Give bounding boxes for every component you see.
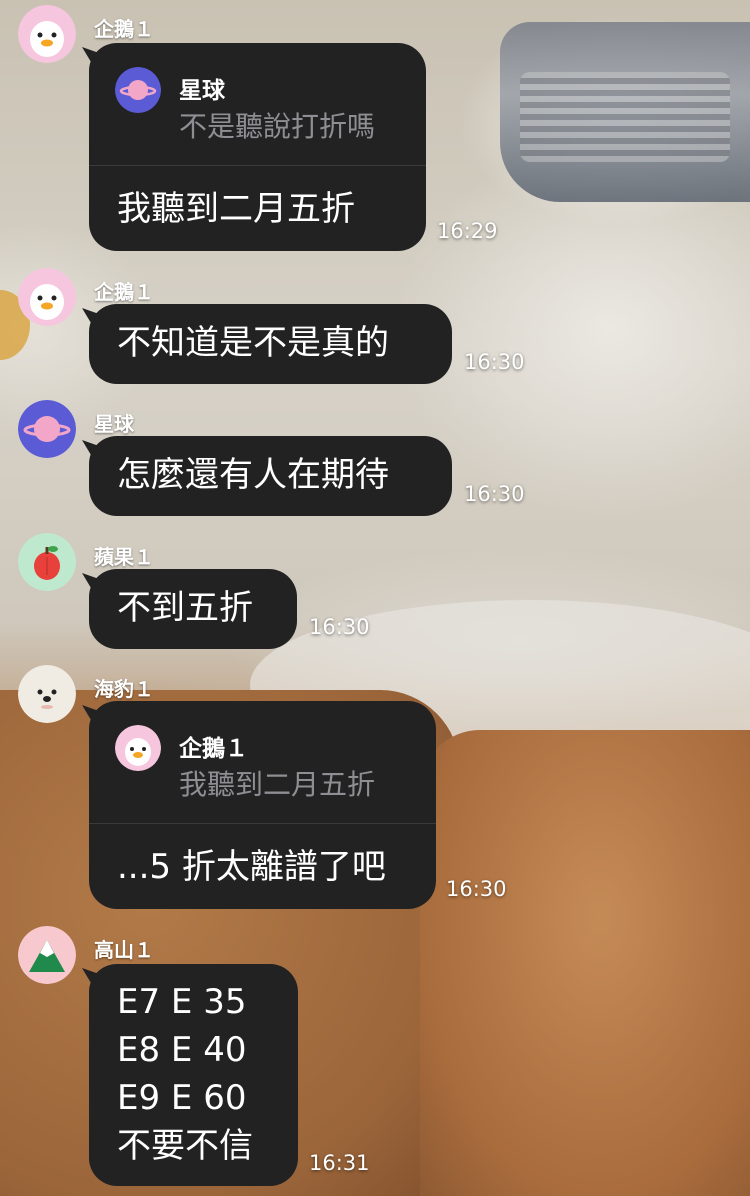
message-line: 不要不信 [117,1126,253,1166]
sender-name: 蘋果１ [94,545,154,569]
message-time: 16:29 [437,219,498,243]
planet-icon[interactable] [18,400,76,458]
message-line: E9 E 60 [117,1078,247,1118]
chat-message: 海豹１ 企鵝１ 我聽到二月五折 ...5 折太離譜了吧 16:30 [0,665,750,915]
message-time: 16:30 [464,482,525,506]
reply-sender-name: 企鵝１ [179,736,248,762]
sender-name: 星球 [94,412,134,436]
mountain-icon[interactable] [18,926,76,984]
chat-message: 企鵝１ 星球 不是聽說打折嗎 我聽到二月五折 16:29 [0,5,750,255]
sender-name: 企鵝１ [94,17,154,41]
penguin-icon[interactable] [18,268,76,326]
seal-icon[interactable] [18,665,76,723]
message-time: 16:30 [309,615,370,639]
message-text: 我聽到二月五折 [117,189,355,229]
sender-name: 海豹１ [94,677,154,701]
message-line: E8 E 40 [117,1030,247,1070]
message-bubble[interactable]: 不知道是不是真的 [89,304,452,384]
message-bubble[interactable]: 企鵝１ 我聽到二月五折 ...5 折太離譜了吧 [89,701,436,909]
message-text: 不到五折 [117,588,253,628]
sender-name: 高山１ [94,938,154,962]
message-time: 16:31 [309,1151,370,1175]
reply-quoted-text: 不是聽說打折嗎 [179,110,376,143]
reply-sender-name: 星球 [179,78,225,104]
message-bubble[interactable]: 不到五折 [89,569,297,649]
message-bubble[interactable]: E7 E 35 E8 E 40 E9 E 60 不要不信 [89,964,298,1186]
penguin-icon[interactable] [18,5,76,63]
message-text: 不知道是不是真的 [117,323,389,363]
reply-quote[interactable]: 企鵝１ 我聽到二月五折 [89,701,436,824]
message-text: 怎麼還有人在期待 [117,455,389,495]
message-bubble[interactable]: 星球 不是聽說打折嗎 我聽到二月五折 [89,43,426,251]
chat-message: 高山１ E7 E 35 E8 E 40 E9 E 60 不要不信 16:31 [0,926,750,1191]
chat-message: 蘋果１ 不到五折 16:30 [0,533,750,653]
planet-icon [115,67,161,113]
chat-message: 企鵝１ 不知道是不是真的 16:30 [0,268,750,388]
reply-quoted-text: 我聽到二月五折 [179,768,376,801]
penguin-icon [115,725,161,771]
chat-message: 星球 怎麼還有人在期待 16:30 [0,400,750,520]
message-line: E7 E 35 [117,982,247,1022]
message-time: 16:30 [446,877,507,901]
message-text: ...5 折太離譜了吧 [117,847,386,887]
reply-quote[interactable]: 星球 不是聽說打折嗎 [89,43,426,166]
sender-name: 企鵝１ [94,280,154,304]
message-bubble[interactable]: 怎麼還有人在期待 [89,436,452,516]
apple-icon[interactable] [18,533,76,591]
message-time: 16:30 [464,350,525,374]
